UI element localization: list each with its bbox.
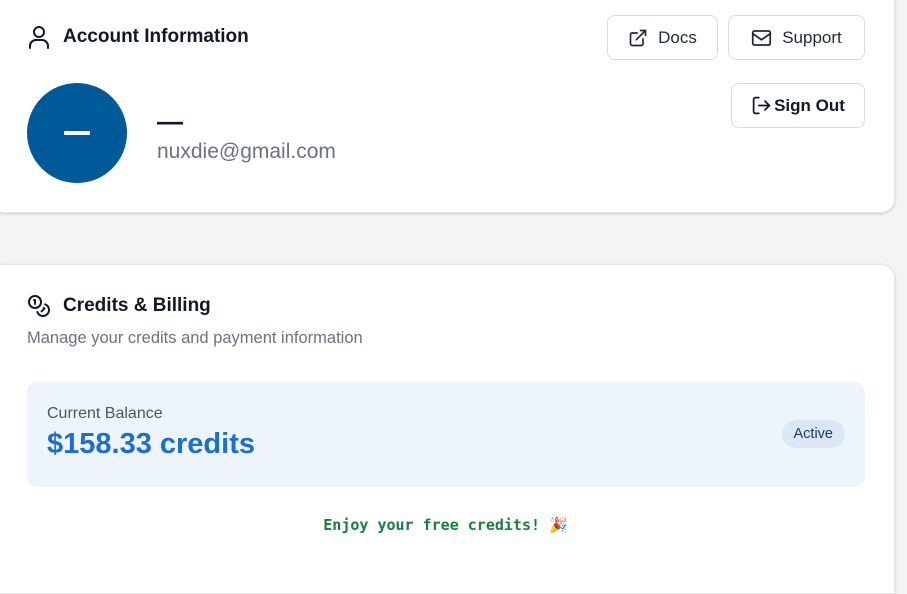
avatar-initial bbox=[64, 131, 90, 135]
party-icon: 🎉 bbox=[549, 516, 568, 534]
promo-message: Enjoy your free credits! 🎉 bbox=[0, 516, 891, 534]
balance-label: Current Balance bbox=[47, 405, 163, 422]
docs-label: Docs bbox=[658, 27, 697, 47]
credits-title: Credits & Billing bbox=[63, 295, 211, 316]
balance-value: $158.33 credits bbox=[47, 428, 255, 460]
support-button[interactable]: Support bbox=[728, 15, 865, 60]
support-label: Support bbox=[782, 27, 842, 47]
account-title: Account Information bbox=[63, 26, 249, 47]
sign-out-icon bbox=[751, 95, 772, 116]
balance-panel: Current Balance $158.33 credits Active bbox=[27, 382, 865, 487]
avatar bbox=[27, 83, 127, 183]
docs-button[interactable]: Docs bbox=[607, 15, 718, 60]
sign-out-button[interactable]: Sign Out bbox=[731, 83, 865, 128]
mail-icon bbox=[751, 29, 772, 47]
status-badge: Active bbox=[781, 420, 845, 448]
credits-subtitle: Manage your credits and payment informat… bbox=[27, 329, 363, 347]
external-link-icon bbox=[628, 28, 648, 48]
coins-icon bbox=[27, 294, 51, 318]
user-email: nuxdie@gmail.com bbox=[157, 140, 336, 163]
user-name: — bbox=[157, 106, 183, 136]
user-icon bbox=[27, 24, 51, 50]
sign-out-label: Sign Out bbox=[774, 95, 845, 115]
account-header: Account Information bbox=[27, 24, 249, 50]
credits-header: Credits & Billing bbox=[27, 294, 211, 318]
promo-text: Enjoy your free credits! bbox=[323, 516, 541, 534]
